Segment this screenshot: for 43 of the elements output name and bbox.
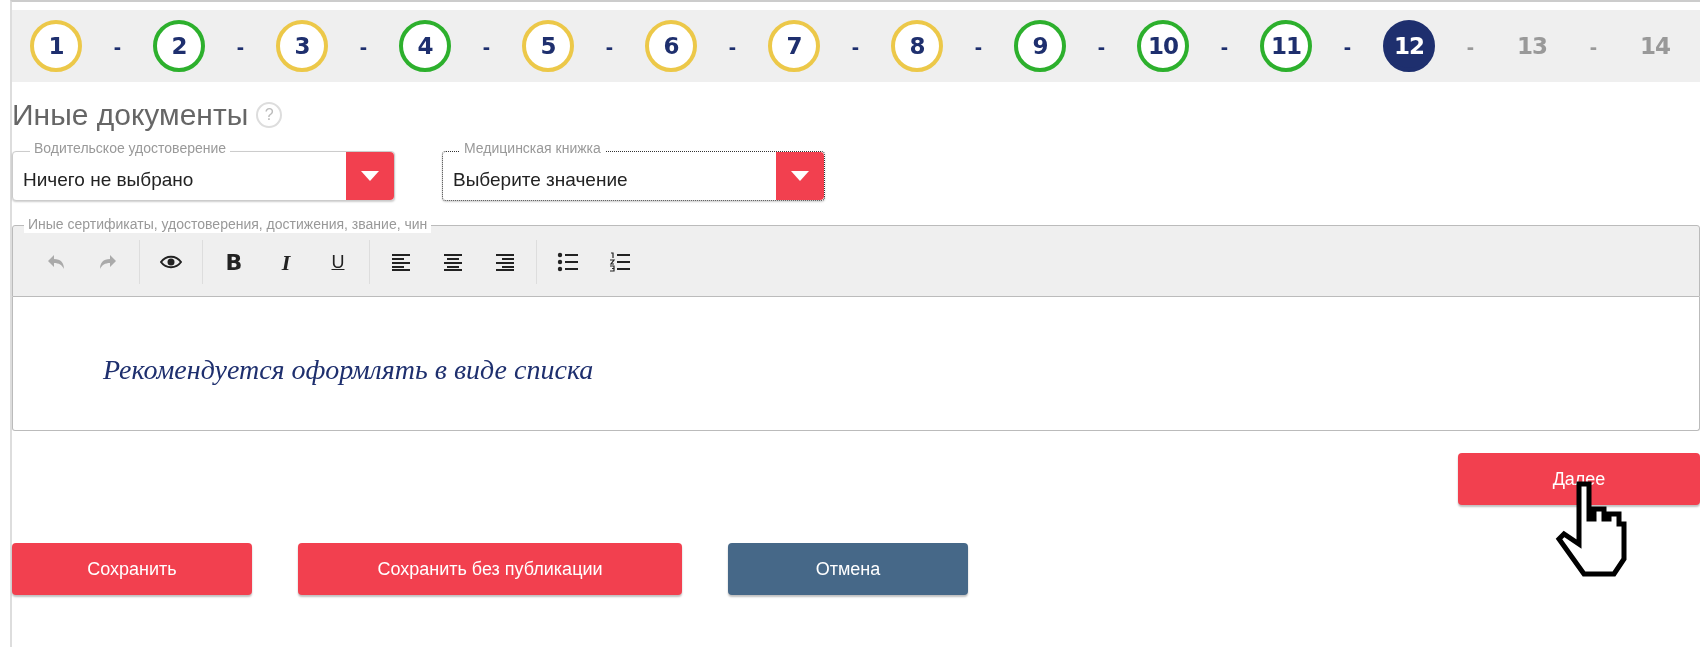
step-separator: -: [727, 32, 738, 61]
step-indicator: 14: [1639, 31, 1671, 61]
numbered-list-icon: [609, 251, 631, 273]
step-separator: -: [850, 32, 861, 61]
step-indicator[interactable]: 2: [153, 20, 205, 72]
step-separator: -: [1588, 32, 1599, 61]
step-indicator[interactable]: 11: [1260, 20, 1312, 72]
step-separator: -: [1465, 32, 1476, 61]
align-right-icon: [494, 251, 516, 273]
step-separator: -: [235, 32, 246, 61]
save-button[interactable]: Сохранить без публикации: [298, 543, 682, 595]
step-indicator[interactable]: 4: [399, 20, 451, 72]
italic-button[interactable]: I: [263, 242, 309, 282]
step-indicator[interactable]: 12: [1383, 20, 1435, 72]
step-indicator[interactable]: 8: [891, 20, 943, 72]
step-separator: -: [604, 32, 615, 61]
step-separator: -: [112, 32, 123, 61]
step-separator: -: [1219, 32, 1230, 61]
step-indicator[interactable]: 6: [645, 20, 697, 72]
step-separator: -: [973, 32, 984, 61]
align-left-icon: [390, 251, 412, 273]
step-indicator: 13: [1516, 31, 1548, 61]
caret-icon: [790, 170, 810, 182]
cancel-button[interactable]: Отмена: [728, 543, 968, 595]
caret-icon: [360, 170, 380, 182]
field-label: Иные сертификаты, удостоверения, достижения, звание, чин: [24, 215, 432, 233]
step-indicator[interactable]: 3: [276, 20, 328, 72]
step-separator: -: [358, 32, 369, 61]
save-button[interactable]: Сохранить: [12, 543, 252, 595]
text-editor[interactable]: Рекомендуется оформлять в виде списка: [12, 297, 1700, 431]
step-separator: -: [481, 32, 492, 61]
underline-button[interactable]: U: [315, 242, 361, 282]
section-title: Иные документы: [12, 97, 249, 133]
bold-button[interactable]: B: [211, 242, 257, 282]
bullet-list-icon: [557, 251, 579, 273]
step-indicator[interactable]: 7: [768, 20, 820, 72]
step-separator: -: [1342, 32, 1353, 61]
step-separator: -: [1096, 32, 1107, 61]
step-indicator[interactable]: 9: [1014, 20, 1066, 72]
step-indicator[interactable]: 5: [522, 20, 574, 72]
step-indicator[interactable]: 1: [30, 20, 82, 72]
step-indicator[interactable]: 10: [1137, 20, 1189, 72]
align-center-icon: [442, 251, 464, 273]
